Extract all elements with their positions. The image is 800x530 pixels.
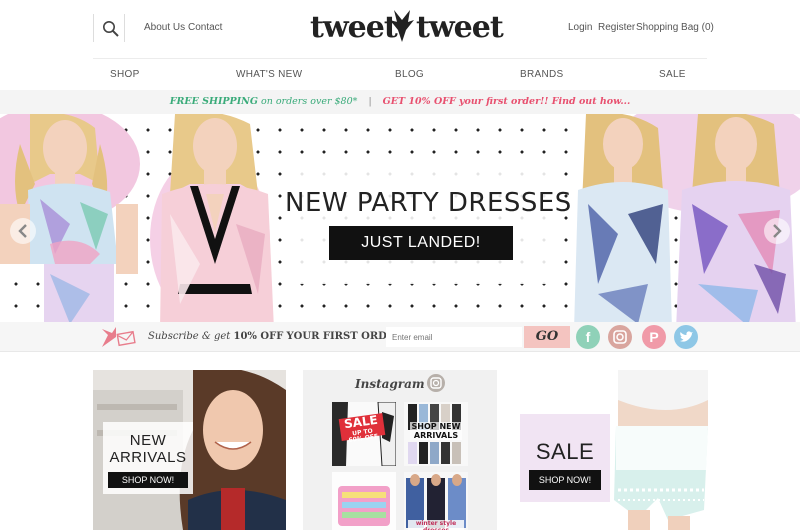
logo-text-right: tweet (416, 10, 504, 45)
subscribe-discount: 10% OFF (233, 331, 284, 342)
arrivals-post-title: SHOP NEW ARRIVALS (410, 422, 462, 440)
facebook-button[interactable]: f (576, 325, 600, 349)
bird-logo-icon (390, 10, 414, 42)
subscribe-text-prefix: Subscribe & get (148, 331, 231, 342)
new-arrivals-title-2: ARRIVALS (109, 449, 187, 466)
email-input[interactable] (386, 327, 522, 347)
new-arrivals-shop-button[interactable]: SHOP NOW! (108, 472, 188, 488)
hero-banner[interactable]: NEW PARTY DRESSES JUST LANDED! (0, 114, 800, 322)
pinterest-button[interactable]: P (642, 325, 666, 349)
winter-style-post-title: winter style dresses (408, 520, 464, 530)
site-header: About Us Contact tweet tweet Login Regis… (0, 0, 800, 58)
just-landed-button[interactable]: JUST LANDED! (329, 226, 513, 260)
nav-whats-new[interactable]: WHAT'S NEW (236, 69, 302, 80)
free-shipping-label: FREE SHIPPING (169, 96, 258, 107)
logo-text-left: tweet (310, 10, 398, 45)
login-link[interactable]: Login (568, 22, 592, 33)
nav-shop[interactable]: SHOP (110, 69, 140, 80)
shopping-bag-link[interactable]: Shopping Bag (0) (636, 22, 714, 33)
instagram-icon (427, 374, 445, 392)
sale-title: SALE (535, 439, 595, 464)
hero-text-panel: NEW PARTY DRESSES JUST LANDED! (285, 162, 572, 284)
free-shipping-text: on orders over $80* (260, 96, 358, 107)
nav-blog[interactable]: BLOG (395, 69, 424, 80)
facebook-icon: f (585, 329, 591, 345)
accessories-post-image (332, 472, 396, 530)
twitter-icon (680, 331, 693, 342)
model-image (160, 114, 274, 322)
sale-tile[interactable]: SALE SHOP NOW! (518, 370, 708, 530)
new-arrivals-tile[interactable]: NEW ARRIVALS SHOP NOW! (93, 370, 286, 530)
instagram-icon (613, 330, 627, 344)
hero-title: NEW PARTY DRESSES (285, 188, 572, 218)
chevron-right-icon (773, 224, 782, 238)
twitter-button[interactable] (674, 325, 698, 349)
nav-sale[interactable]: SALE (659, 69, 686, 80)
instagram-post-sale[interactable]: SALE UP TO 60% OFF (332, 402, 396, 466)
promo-bar: FREE SHIPPING on orders over $80* | GET … (0, 90, 800, 114)
search-button[interactable] (93, 14, 125, 42)
instagram-post-winter-style[interactable]: winter style dresses (404, 472, 468, 530)
chevron-left-icon (18, 224, 27, 238)
nav-brands[interactable]: BRANDS (520, 69, 563, 80)
contact-link[interactable]: Contact (188, 22, 222, 33)
new-arrivals-title-1: NEW (129, 432, 167, 449)
about-us-link[interactable]: About Us (144, 22, 185, 33)
hero-next-button[interactable] (764, 218, 790, 244)
sale-label: SALE SHOP NOW! (520, 414, 610, 502)
bird-envelope-icon (102, 327, 136, 347)
main-nav: SHOP WHAT'S NEW BLOG BRANDS SALE (93, 58, 707, 90)
promo-separator: | (368, 96, 372, 107)
go-button[interactable]: GO (524, 326, 570, 348)
search-icon (103, 21, 119, 37)
sale-shop-button[interactable]: SHOP NOW! (529, 470, 601, 490)
logo[interactable]: tweet tweet (308, 6, 504, 50)
instagram-button[interactable] (608, 325, 632, 349)
new-arrivals-label: NEW ARRIVALS SHOP NOW! (103, 422, 193, 494)
subscribe-text: Subscribe & get 10% OFF YOUR FIRST ORDER… (148, 331, 407, 342)
pinterest-icon: P (649, 329, 659, 345)
instagram-post-new-arrivals[interactable]: SHOP NEW ARRIVALS (404, 402, 468, 466)
hero-prev-button[interactable] (10, 218, 36, 244)
instagram-title: Instagram (355, 377, 425, 391)
first-order-offer-link[interactable]: GET 10% OFF your first order!! Find out … (383, 96, 631, 107)
instagram-tile: Instagram SALE UP TO 60% OFF SHOP NEW AR… (303, 370, 497, 530)
register-link[interactable]: Register (598, 22, 635, 33)
subscribe-bar: Subscribe & get 10% OFF YOUR FIRST ORDER… (0, 322, 800, 352)
model-image (574, 114, 672, 322)
instagram-post-accessories[interactable] (332, 472, 396, 530)
